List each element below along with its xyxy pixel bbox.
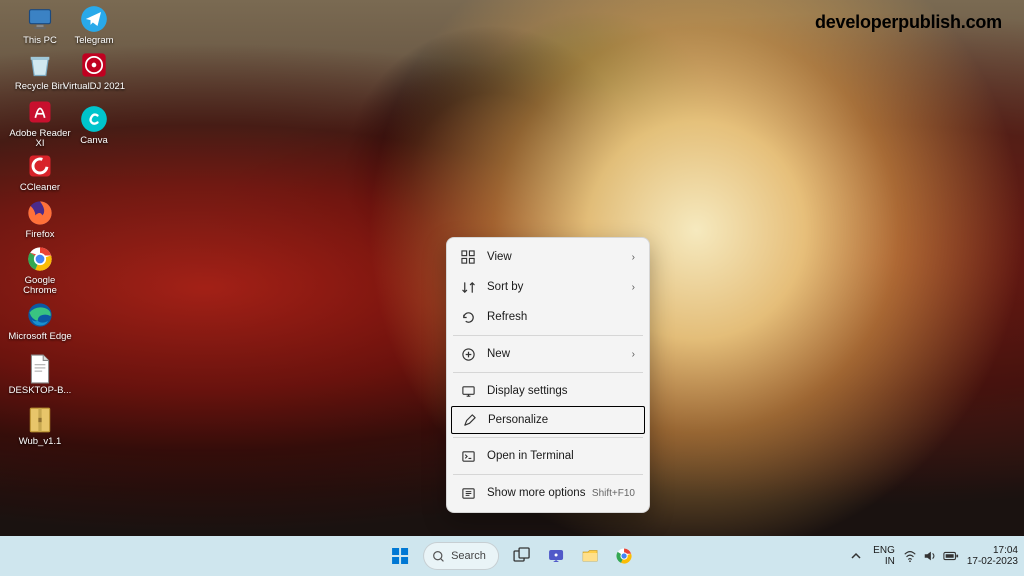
monitor-icon	[25, 4, 55, 34]
search-placeholder: Search	[451, 550, 486, 562]
icon-label: VirtualDJ 2021	[63, 82, 125, 92]
taskbar: Search ENG IN 17:04 17-02-2023	[0, 536, 1024, 576]
chevron-right-icon: ›	[632, 282, 635, 293]
menu-label: View	[487, 251, 632, 263]
menu-label: Refresh	[487, 311, 635, 323]
adobe-reader-icon	[25, 97, 55, 127]
menu-label: Open in Terminal	[487, 450, 635, 462]
clock[interactable]: 17:04 17-02-2023	[967, 545, 1018, 567]
desktop-context-menu: View › Sort by › Refresh New › Display s…	[446, 237, 650, 513]
icon-label: CCleaner	[20, 183, 60, 193]
battery-icon	[943, 550, 959, 562]
menu-label: Sort by	[487, 281, 632, 293]
sort-icon	[459, 278, 477, 296]
menu-separator	[453, 372, 643, 373]
menu-separator	[453, 335, 643, 336]
menu-display-settings[interactable]: Display settings	[451, 376, 645, 406]
icon-label: Recycle Bin	[15, 82, 65, 92]
menu-view[interactable]: View ›	[451, 242, 645, 272]
edge-icon	[25, 300, 55, 330]
wifi-icon	[903, 549, 917, 563]
icon-label: Telegram	[74, 36, 113, 46]
firefox-icon	[25, 198, 55, 228]
taskbar-explorer[interactable]	[575, 541, 605, 571]
menu-new[interactable]: New ›	[451, 339, 645, 369]
new-icon	[459, 345, 477, 363]
menu-refresh[interactable]: Refresh	[451, 302, 645, 332]
desktop-icon-chrome[interactable]: Google Chrome	[8, 244, 72, 297]
taskbar-chat[interactable]	[541, 541, 571, 571]
personalize-icon	[460, 411, 478, 429]
view-icon	[459, 248, 477, 266]
icon-label: Firefox	[25, 230, 54, 240]
start-button[interactable]	[385, 541, 415, 571]
tray-chevron[interactable]	[847, 541, 865, 571]
menu-open-terminal[interactable]: Open in Terminal	[451, 441, 645, 471]
canva-icon	[79, 104, 109, 134]
lang-secondary: IN	[885, 556, 895, 567]
task-view-button[interactable]	[507, 541, 537, 571]
system-tray[interactable]	[903, 549, 959, 563]
menu-label: New	[487, 348, 632, 360]
icon-label: Canva	[80, 136, 107, 146]
menu-separator	[453, 437, 643, 438]
taskbar-search[interactable]: Search	[423, 542, 499, 570]
desktop-icon-ccleaner[interactable]: CCleaner	[8, 151, 72, 193]
telegram-icon	[79, 4, 109, 34]
lang-primary: ENG	[873, 545, 895, 556]
volume-icon	[923, 549, 937, 563]
recycle-bin-icon	[25, 50, 55, 80]
taskbar-right: ENG IN 17:04 17-02-2023	[847, 541, 1018, 571]
menu-label: Show more options	[487, 487, 592, 499]
desktop-icon-edge[interactable]: Microsoft Edge	[8, 300, 72, 342]
desktop-icon-virtualdj[interactable]: VirtualDJ 2021	[62, 50, 126, 92]
menu-label: Personalize	[488, 414, 634, 426]
text-file-icon	[25, 354, 55, 384]
display-icon	[459, 382, 477, 400]
watermark-text: developerpublish.com	[815, 12, 1002, 33]
chrome-icon	[25, 244, 55, 274]
taskbar-center: Search	[385, 541, 639, 571]
menu-personalize[interactable]: Personalize	[451, 406, 645, 434]
menu-shortcut: Shift+F10	[592, 488, 635, 499]
language-indicator[interactable]: ENG IN	[873, 545, 895, 567]
icon-label: Google Chrome	[8, 276, 72, 297]
date-text: 17-02-2023	[967, 556, 1018, 567]
time-text: 17:04	[993, 545, 1018, 556]
taskbar-chrome[interactable]	[609, 541, 639, 571]
icon-label: This PC	[23, 36, 57, 46]
terminal-icon	[459, 447, 477, 465]
menu-separator	[453, 474, 643, 475]
search-icon	[432, 550, 445, 563]
desktop-icon-canva[interactable]: Canva	[62, 104, 126, 146]
desktop-icon-firefox[interactable]: Firefox	[8, 198, 72, 240]
chevron-right-icon: ›	[632, 252, 635, 263]
ccleaner-icon	[25, 151, 55, 181]
menu-show-more[interactable]: Show more options Shift+F10	[451, 478, 645, 508]
desktop-icon-desktop-file[interactable]: DESKTOP-B...	[8, 354, 72, 396]
archive-icon	[25, 405, 55, 435]
icon-label: Microsoft Edge	[8, 332, 71, 342]
menu-label: Display settings	[487, 385, 635, 397]
chevron-right-icon: ›	[632, 349, 635, 360]
desktop-icon-telegram[interactable]: Telegram	[62, 4, 126, 46]
desktop-icon-wub[interactable]: Wub_v1.1	[8, 405, 72, 447]
virtualdj-icon	[79, 50, 109, 80]
menu-sort-by[interactable]: Sort by ›	[451, 272, 645, 302]
more-icon	[459, 484, 477, 502]
icon-label: Wub_v1.1	[19, 437, 62, 447]
icon-label: DESKTOP-B...	[9, 386, 72, 396]
refresh-icon	[459, 308, 477, 326]
